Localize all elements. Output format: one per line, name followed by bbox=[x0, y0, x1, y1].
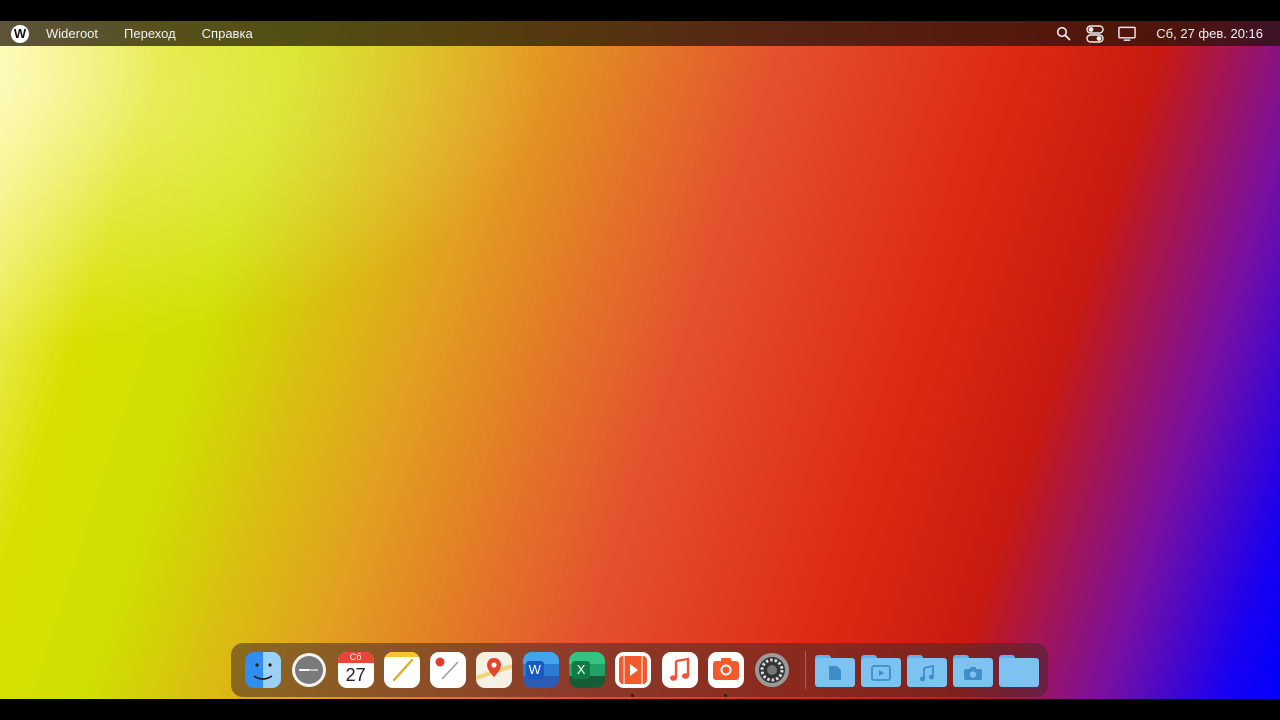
menu-bar-clock[interactable]: Сб, 27 фев. 20:16 bbox=[1156, 26, 1263, 41]
dock: Сб 27 W X bbox=[231, 643, 1048, 697]
music-folder-icon[interactable] bbox=[906, 653, 947, 687]
calendar-day: 27 bbox=[345, 665, 366, 685]
dock-app-photo-booth[interactable] bbox=[707, 652, 744, 697]
word-letter: W bbox=[525, 661, 544, 679]
dock-app-settings[interactable] bbox=[754, 652, 790, 688]
search-icon[interactable] bbox=[1054, 25, 1072, 43]
menu-item-wideroot[interactable]: Wideroot bbox=[46, 26, 98, 41]
clock-icon bbox=[291, 652, 327, 688]
running-indicator bbox=[723, 694, 727, 697]
dock-app-video[interactable] bbox=[615, 652, 652, 697]
documents-folder-icon[interactable] bbox=[814, 653, 855, 687]
dock-separator bbox=[804, 651, 806, 689]
dock-app-calendar[interactable]: Сб 27 bbox=[337, 652, 374, 688]
gear-icon bbox=[754, 652, 790, 688]
notes-icon bbox=[383, 652, 420, 688]
reminders-icon bbox=[430, 652, 467, 688]
finder-icon bbox=[245, 652, 281, 688]
control-center-icon[interactable] bbox=[1086, 24, 1104, 43]
desktop: W Wideroot Переход Справка Сб, 27 фев. 2… bbox=[0, 21, 1280, 699]
maps-icon bbox=[476, 652, 513, 688]
video-icon bbox=[615, 652, 652, 688]
menu-bar: W Wideroot Переход Справка Сб, 27 фев. 2… bbox=[0, 21, 1280, 46]
menu-item-help[interactable]: Справка bbox=[202, 26, 253, 41]
dock-app-excel[interactable]: X bbox=[569, 652, 606, 688]
dock-app-music[interactable] bbox=[661, 652, 698, 688]
dock-app-clock[interactable] bbox=[291, 652, 327, 688]
pictures-folder-icon[interactable] bbox=[952, 653, 993, 687]
dock-app-notes[interactable] bbox=[383, 652, 420, 688]
excel-letter: X bbox=[572, 661, 591, 679]
music-icon bbox=[661, 652, 698, 688]
blank-folder-icon[interactable] bbox=[998, 653, 1039, 687]
menu-item-go[interactable]: Переход bbox=[124, 26, 176, 41]
dock-app-reminders[interactable] bbox=[430, 652, 467, 688]
videos-folder-icon[interactable] bbox=[860, 653, 901, 687]
calendar-icon: Сб 27 bbox=[337, 652, 374, 688]
camera-icon bbox=[707, 652, 744, 688]
dock-app-maps[interactable] bbox=[476, 652, 513, 688]
dock-app-word[interactable]: W bbox=[522, 652, 559, 688]
wideroot-logo-icon[interactable]: W bbox=[11, 24, 29, 43]
dock-app-finder[interactable] bbox=[245, 652, 281, 688]
excel-icon: X bbox=[569, 652, 606, 688]
wallpaper bbox=[0, 21, 1280, 699]
running-indicator bbox=[631, 694, 635, 697]
word-icon: W bbox=[522, 652, 559, 688]
calendar-weekday: Сб bbox=[337, 652, 374, 663]
display-icon[interactable] bbox=[1118, 25, 1137, 43]
